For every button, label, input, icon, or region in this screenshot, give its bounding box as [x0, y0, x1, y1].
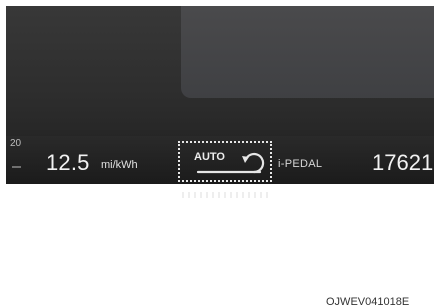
- ipedal-label: i-PEDAL: [278, 158, 323, 170]
- odometer-value: 17621: [372, 150, 434, 175]
- small-number: 20: [10, 138, 22, 149]
- figure-frame: 20 12.5 mi/kWh AUTO i-PEDAL 17621: [6, 6, 434, 307]
- display-panel: [181, 6, 434, 98]
- instrument-display: 20 12.5 mi/kWh AUTO i-PEDAL 17621: [6, 6, 434, 184]
- efficiency-value: 12.5: [46, 150, 90, 175]
- auto-regen-icon: [196, 152, 265, 174]
- reflection-dots: [182, 192, 270, 198]
- figure-code: OJWEV041018E: [326, 296, 410, 308]
- efficiency-unit: mi/kWh: [101, 159, 138, 171]
- small-dash-mark: [12, 166, 21, 168]
